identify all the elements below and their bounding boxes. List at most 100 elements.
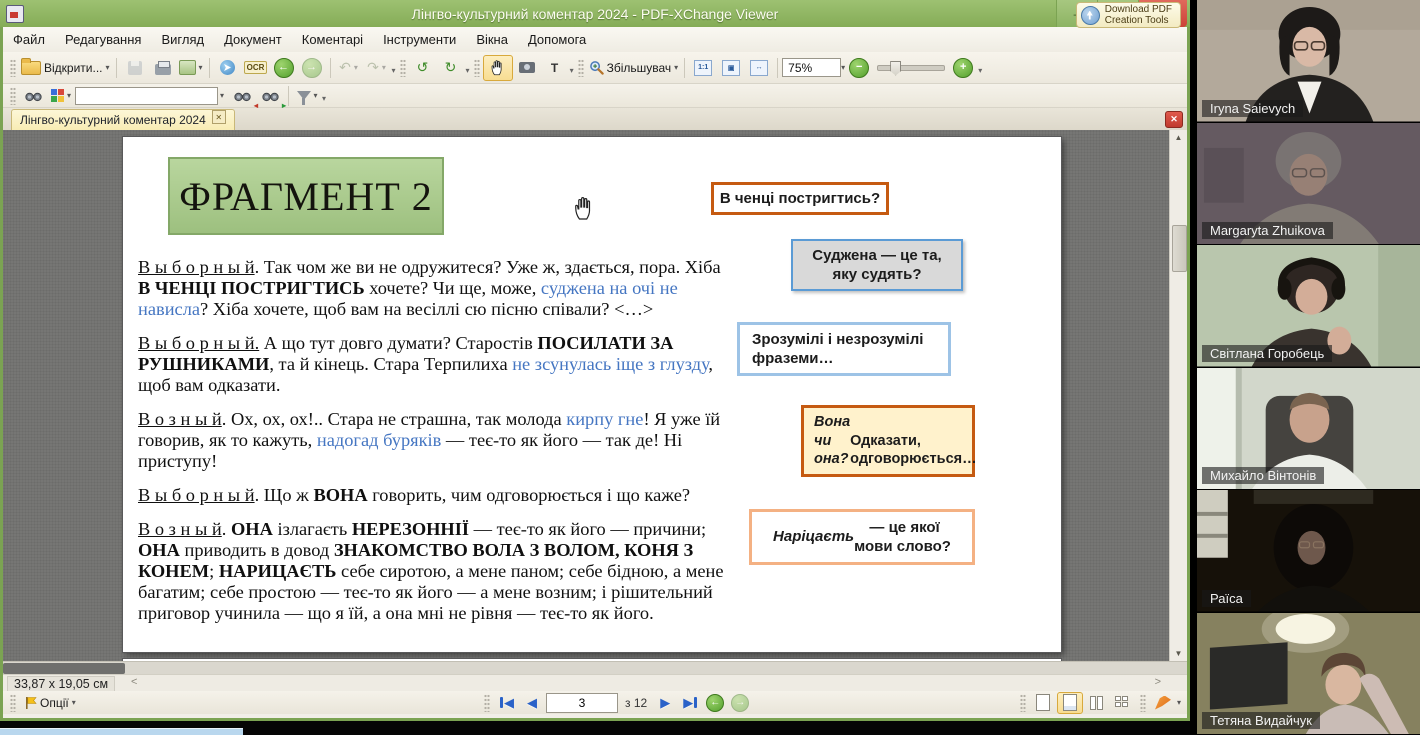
page-number-input[interactable] — [546, 693, 618, 713]
ocr-button[interactable]: OCR — [242, 56, 270, 80]
toolbar-overflow[interactable]: ▾ — [978, 66, 982, 75]
export-icon — [179, 60, 196, 75]
first-page-button[interactable]: ◀ — [496, 693, 518, 712]
go-forward-button[interactable]: → — [298, 56, 326, 80]
slide-text-column: В ы б о р н ы й. Так чом же ви не одружи… — [138, 257, 736, 637]
scroll-right-icon[interactable]: > — [1155, 676, 1161, 688]
callout-phrasemes: Зрозумілі і незрозумілі фраземи… — [737, 322, 951, 376]
scroll-left-icon[interactable]: < — [131, 676, 137, 688]
rotate-right-button[interactable]: ↻ — [437, 56, 465, 80]
export-button[interactable]: ▾ — [177, 56, 205, 80]
menu-bar: Файл Редагування Вигляд Документ Комента… — [3, 27, 1187, 53]
view-forward-button[interactable]: → — [729, 693, 751, 712]
actual-size-button[interactable]: 1:1 — [689, 56, 717, 80]
tab-close-icon[interactable]: ✕ — [212, 110, 226, 124]
highlight-color-button[interactable]: ▾ — [47, 84, 75, 108]
continuous-layout-button[interactable] — [1057, 692, 1083, 714]
globe-hand-icon — [1081, 6, 1100, 25]
next-page-button[interactable]: ▶ — [654, 693, 676, 712]
open-button[interactable]: Відкрити... ▾ — [19, 56, 112, 80]
previous-page-button[interactable]: ◀ — [521, 693, 543, 712]
magnifier-button[interactable]: Збільшувач ▾ — [587, 56, 681, 80]
toolbar-overflow[interactable]: ▾ — [466, 66, 470, 75]
last-page-button[interactable]: ▶ — [679, 693, 701, 712]
toolbar-grip[interactable] — [10, 87, 16, 105]
text-select-icon: T — [551, 61, 558, 75]
rotate-left-button[interactable]: ↺ — [409, 56, 437, 80]
find-next-button[interactable]: ▸ — [256, 84, 284, 108]
search-button[interactable] — [19, 84, 47, 108]
participant-name: Iryna Saievych — [1202, 100, 1303, 117]
toolbar-grip[interactable] — [484, 694, 490, 712]
toolbar-overflow[interactable]: ▾ — [392, 66, 396, 75]
options-button[interactable]: Опції ▾ — [23, 691, 78, 715]
toolbar-grip[interactable] — [10, 59, 16, 77]
go-back-button[interactable]: ← — [270, 56, 298, 80]
menu-edit[interactable]: Редагування — [55, 28, 152, 51]
document-view[interactable]: ФРАГМЕНТ 2 В ы б о р н ы й. Так чом же в… — [3, 130, 1187, 661]
horizontal-scrollbar[interactable] — [3, 661, 1187, 675]
zoom-slider[interactable] — [877, 65, 945, 71]
fit-width-button[interactable]: ↔ — [745, 56, 773, 80]
vertical-scrollbar[interactable]: ▲ ▼ — [1169, 130, 1187, 661]
menu-help[interactable]: Допомога — [518, 28, 596, 51]
toolbar-grip[interactable] — [578, 59, 584, 77]
share-button[interactable] — [214, 56, 242, 80]
view-back-button[interactable]: ← — [704, 693, 726, 712]
save-button[interactable] — [121, 56, 149, 80]
close-document-button[interactable]: ✕ — [1165, 111, 1183, 128]
zoom-level-combo[interactable]: 75% — [782, 58, 841, 77]
print-button[interactable] — [149, 56, 177, 80]
marker-dropdown[interactable]: ▾ — [1177, 698, 1181, 707]
participant-tile[interactable]: Тетяна Видайчук — [1197, 613, 1420, 735]
zoom-in-button[interactable]: + — [949, 56, 977, 80]
forward-arrow-icon: → — [302, 58, 322, 78]
fit-page-icon: ▣ — [722, 60, 740, 76]
undo-button[interactable]: ↶▾ — [335, 56, 363, 80]
select-text-button[interactable]: T — [541, 56, 569, 80]
participant-tile[interactable]: Раїса — [1197, 490, 1420, 613]
filter-button[interactable]: ▾ — [293, 84, 321, 108]
fit-page-button[interactable]: ▣ — [717, 56, 745, 80]
redo-button[interactable]: ↷▾ — [363, 56, 391, 80]
menu-comments[interactable]: Коментарі — [292, 28, 373, 51]
menu-document[interactable]: Документ — [214, 28, 292, 51]
two-page-layout-button[interactable] — [1085, 693, 1109, 713]
participant-tile[interactable]: Світлана Горобець — [1197, 245, 1420, 368]
toolbar-overflow[interactable]: ▾ — [322, 94, 326, 103]
scroll-up-icon[interactable]: ▲ — [1170, 130, 1187, 145]
toolbar-grip[interactable] — [400, 59, 406, 77]
magnifier-icon — [589, 60, 604, 75]
horizontal-scroll-thumb[interactable] — [3, 663, 125, 674]
participant-tile[interactable]: Margaryta Zhuikova — [1197, 123, 1420, 246]
toolbar-grip[interactable] — [1020, 694, 1026, 712]
participant-tile[interactable]: Михайло Вінтонів — [1197, 368, 1420, 491]
zoom-out-button[interactable]: − — [845, 56, 873, 80]
menu-file[interactable]: Файл — [3, 28, 55, 51]
toolbar-grip[interactable] — [1140, 694, 1146, 712]
snapshot-button[interactable] — [513, 56, 541, 80]
search-history-dropdown[interactable]: ▾ — [220, 91, 224, 100]
hand-tool-button[interactable] — [483, 55, 513, 81]
menu-windows[interactable]: Вікна — [466, 28, 518, 51]
menu-view[interactable]: Вигляд — [151, 28, 214, 51]
toolbar-grip[interactable] — [474, 59, 480, 77]
toolbar-overflow[interactable]: ▾ — [570, 66, 574, 75]
zoom-slider-thumb[interactable] — [890, 61, 901, 76]
menu-tools[interactable]: Інструменти — [373, 28, 466, 51]
document-tab[interactable]: Лінгво-культурний коментар 2024 ✕ — [11, 109, 235, 130]
title-bar[interactable]: Лінгво-культурний коментар 2024 - PDF-XC… — [0, 0, 1190, 27]
tiled-layout-button[interactable] — [1111, 693, 1135, 713]
document-tab-bar: Лінгво-культурний коментар 2024 ✕ ✕ — [3, 108, 1187, 130]
find-previous-button[interactable]: ◂ — [228, 84, 256, 108]
search-input[interactable] — [75, 87, 218, 105]
scroll-down-icon[interactable]: ▼ — [1170, 646, 1187, 661]
search-toolbar: ▾ ▾ ◂ ▸ ▾ ▾ — [3, 84, 1187, 108]
single-page-layout-button[interactable] — [1031, 693, 1055, 713]
vertical-scroll-thumb[interactable] — [1172, 225, 1187, 272]
participant-tile[interactable]: Iryna Saievych — [1197, 0, 1420, 123]
flag-icon — [25, 696, 37, 710]
marker-tool-button[interactable] — [1151, 693, 1175, 713]
download-pdf-tools-button[interactable]: Download PDF Creation Tools — [1076, 2, 1181, 28]
toolbar-grip[interactable] — [10, 694, 16, 712]
